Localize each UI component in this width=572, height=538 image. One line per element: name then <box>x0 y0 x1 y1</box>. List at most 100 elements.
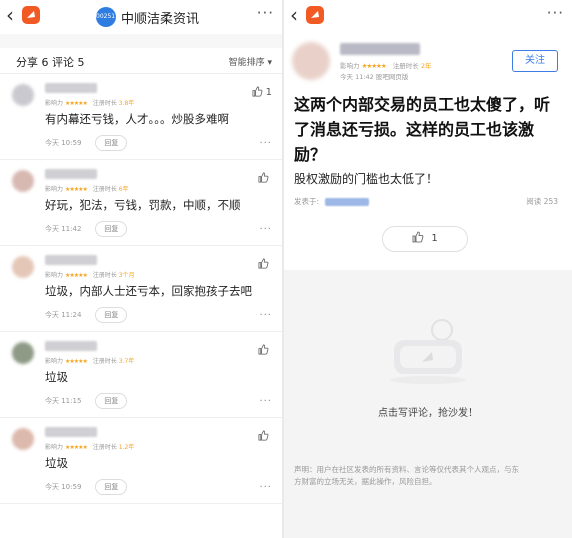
influence-stars: ★★★★★ <box>64 186 88 193</box>
comment-more-icon[interactable]: ··· <box>259 396 272 407</box>
duration-label: 注册时长 <box>92 100 117 107</box>
comment-like-button[interactable] <box>258 258 272 270</box>
comment-time: 今天 10:59 <box>45 483 82 491</box>
author-meta: 影响力 ★★★★★ 注册时长 2年 <box>340 60 432 70</box>
commenter-meta: 影响力 ★★★★★ 注册时长 6年 <box>45 184 129 193</box>
write-comment-prompt[interactable]: 点击写评论，抢沙发！ <box>284 404 572 419</box>
comment-like-button[interactable] <box>258 430 272 442</box>
comment-item[interactable]: 影响力 ★★★★★ 注册时长 3个月 垃圾，内部人士还亏本，回家抱孩子去吧 今天 11… <box>0 246 282 332</box>
stock-code-badge[interactable]: 002511 <box>96 7 119 27</box>
author-name-blurred[interactable] <box>340 43 420 55</box>
comment-footer: 今天 11:42 回复 <box>45 221 128 237</box>
source-stock-link-blurred[interactable] <box>325 198 370 206</box>
comment-more-icon[interactable]: ··· <box>259 138 272 149</box>
influence-label: 影响力 <box>45 358 64 365</box>
influence-stars: ★★★★★ <box>64 444 88 451</box>
reply-button[interactable]: 回复 <box>95 307 128 323</box>
duration-value: 3个月 <box>118 272 135 279</box>
commenter-name-blurred[interactable] <box>45 427 97 437</box>
comment-list: 影响力 ★★★★★ 注册时长 3.8年 有内幕还亏钱，人才。。。炒股多难啊 今天 10… <box>0 74 282 504</box>
section-gap <box>0 34 282 48</box>
commenter-meta: 影响力 ★★★★★ 注册时长 3.8年 <box>45 98 134 107</box>
comment-text: 垃圾 <box>45 456 68 470</box>
comment-footer: 今天 11:24 回复 <box>45 307 128 323</box>
reply-button[interactable]: 回复 <box>95 393 128 409</box>
post-time: 今天 11:42 股吧网页版 <box>340 73 409 81</box>
more-menu-icon[interactable]: ··· <box>257 4 274 22</box>
comment-count-bar: 分享 6 评论 5 智能排序 ▾ <box>0 48 282 74</box>
reply-button[interactable]: 回复 <box>95 479 128 495</box>
influence-stars: ★★★★★ <box>64 272 88 279</box>
sort-dropdown[interactable]: 智能排序 ▾ <box>229 55 272 68</box>
comment-footer: 今天 11:15 回复 <box>45 393 128 409</box>
commenter-name-blurred[interactable] <box>45 169 97 179</box>
like-count: 1 <box>431 233 438 244</box>
influence-stars: ★★★★★ <box>64 100 88 107</box>
thumbs-up-icon <box>258 258 269 270</box>
right-topbar: ‹ ··· <box>284 0 572 34</box>
like-button[interactable]: 1 <box>382 226 468 252</box>
commenter-avatar[interactable] <box>12 84 34 106</box>
commenter-name-blurred[interactable] <box>45 341 97 351</box>
comment-like-count: 1 <box>265 86 272 98</box>
comment-item[interactable]: 影响力 ★★★★★ 注册时长 1.2年垃圾今天 10:59 回复 ··· <box>0 418 282 504</box>
back-icon[interactable]: ‹ <box>6 4 14 26</box>
influence-label: 影响力 <box>45 186 64 193</box>
comment-time: 今天 11:24 <box>45 311 82 319</box>
comment-footer: 今天 10:59 回复 <box>45 135 128 151</box>
comment-time: 今天 10:59 <box>45 139 82 147</box>
comment-more-icon[interactable]: ··· <box>259 224 272 235</box>
post-body: 股权激励的门槛也太低了！ <box>294 172 439 186</box>
commenter-meta: 影响力 ★★★★★ 注册时长 1.2年 <box>45 442 134 451</box>
influence-label: 影响力 <box>45 100 64 107</box>
comment-time: 今天 11:15 <box>45 397 82 405</box>
left-topbar: ‹ 002511 中顺洁柔资讯 ··· <box>0 0 282 34</box>
duration-label: 注册时长 <box>92 358 117 365</box>
influence-stars: ★★★★★ <box>361 62 387 70</box>
comment-text: 垃圾 <box>45 370 68 384</box>
more-menu-icon[interactable]: ··· <box>547 4 564 22</box>
duration-label: 注册时长 <box>92 272 117 279</box>
commenter-name-blurred[interactable] <box>45 83 97 93</box>
left-panel: ‹ 002511 中顺洁柔资讯 ··· 分享 6 评论 5 智能排序 ▾ 影响力… <box>0 0 282 538</box>
commenter-avatar[interactable] <box>12 428 34 450</box>
comment-text: 垃圾，内部人士还亏本，回家抱孩子去吧 <box>45 284 252 298</box>
duration-value: 2年 <box>420 62 432 70</box>
influence-label: 影响力 <box>45 444 64 451</box>
comment-like-button[interactable]: 1 <box>252 86 272 98</box>
duration-value: 6年 <box>118 186 129 193</box>
follow-button[interactable]: 关注 <box>512 50 558 72</box>
duration-value: 3.7年 <box>118 358 135 365</box>
reply-button[interactable]: 回复 <box>95 221 128 237</box>
commenter-avatar[interactable] <box>12 256 34 278</box>
duration-value: 3.8年 <box>118 100 135 107</box>
thumbs-up-icon <box>258 430 269 442</box>
comment-item[interactable]: 影响力 ★★★★★ 注册时长 6年 好玩，犯法，亏钱，罚款，中顺，不顺 今天 11:4… <box>0 160 282 246</box>
influence-stars: ★★★★★ <box>64 358 88 365</box>
reply-button[interactable]: 回复 <box>95 135 128 151</box>
commenter-name-blurred[interactable] <box>45 255 97 265</box>
influence-label: 影响力 <box>340 62 360 70</box>
post-source: 发表于: <box>294 196 370 207</box>
comment-item[interactable]: 影响力 ★★★★★ 注册时长 3.7年垃圾今天 11:15 回复 ··· <box>0 332 282 418</box>
commenter-avatar[interactable] <box>12 170 34 192</box>
comment-item[interactable]: 影响力 ★★★★★ 注册时长 3.8年 有内幕还亏钱，人才。。。炒股多难啊 今天 10… <box>0 74 282 160</box>
comment-more-icon[interactable]: ··· <box>259 482 272 493</box>
app-logo-icon <box>22 6 40 24</box>
author-avatar[interactable] <box>292 42 330 80</box>
commenter-avatar[interactable] <box>12 342 34 364</box>
comment-like-button[interactable] <box>258 344 272 356</box>
comment-text: 有内幕还亏钱，人才。。。炒股多难啊 <box>45 112 229 126</box>
duration-label: 注册时长 <box>92 186 117 193</box>
read-count: 阅读 253 <box>526 197 558 206</box>
commenter-meta: 影响力 ★★★★★ 注册时长 3个月 <box>45 270 135 279</box>
stock-name-title[interactable]: 中顺洁柔资讯 <box>121 8 199 27</box>
comment-more-icon[interactable]: ··· <box>259 310 272 321</box>
back-icon[interactable]: ‹ <box>290 4 298 26</box>
duration-value: 1.2年 <box>118 444 135 451</box>
duration-label: 注册时长 <box>392 62 419 70</box>
comment-footer: 今天 10:59 回复 <box>45 479 128 495</box>
comment-like-button[interactable] <box>258 172 272 184</box>
duration-label: 注册时长 <box>92 444 117 451</box>
influence-label: 影响力 <box>45 272 64 279</box>
